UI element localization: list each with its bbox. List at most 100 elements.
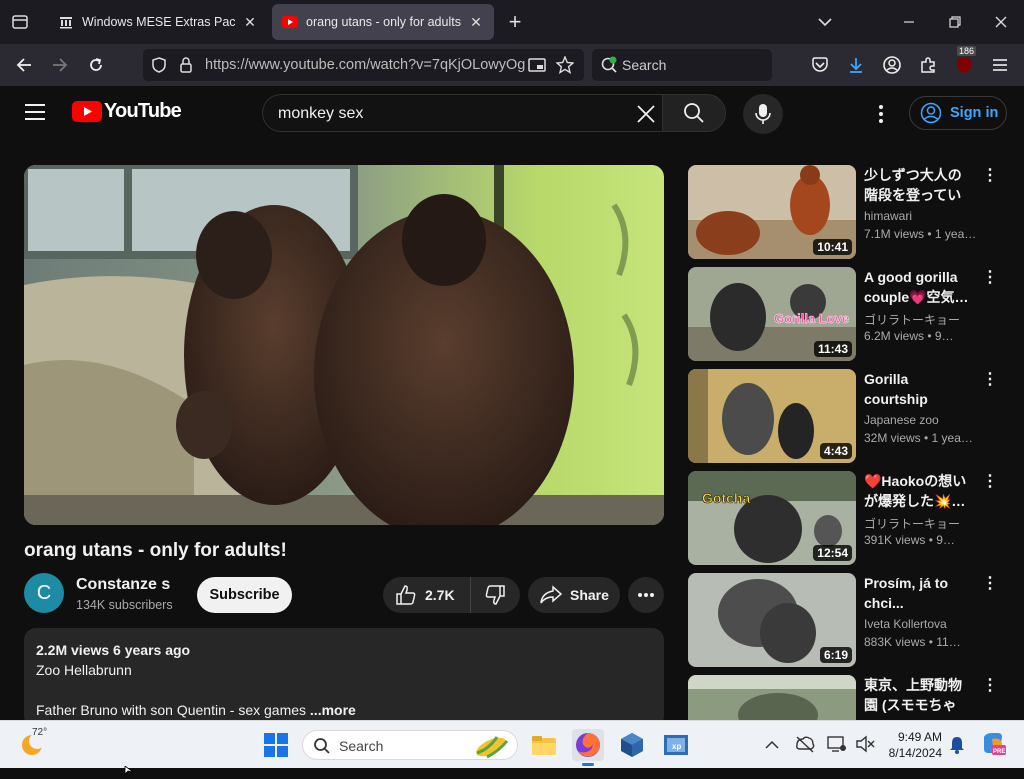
file-explorer-icon[interactable] [528,729,560,761]
more-options-icon[interactable]: ⋮ [982,677,998,697]
recommendation-title: Prosím, já to chci... [864,575,949,611]
tab-list-icon[interactable] [8,10,32,34]
lock-icon[interactable] [179,57,193,78]
share-button[interactable]: Share [528,577,620,613]
weather-widget[interactable]: 72° [20,727,47,762]
virtualbox-icon[interactable] [616,729,648,761]
youtube-header: YouTube monkey sex Sign in [0,86,1024,142]
more-options-icon[interactable]: ⋮ [982,371,998,391]
tab-youtube-video[interactable]: orang utans - only for adults! - ✕ [272,4,494,40]
settings-more-icon[interactable] [874,104,888,129]
recommendation-item[interactable]: Gotcha 12:54 ❤️Haokoの想いが爆発した💥… ゴリラトーキョー … [688,471,1008,565]
recommendation-item[interactable]: 東京、上野動物園 (スモモちゃん… ⋮ [688,675,1008,720]
pocket-icon[interactable] [807,52,833,78]
recommendation-title: ❤️Haokoの想いが爆発した💥… [864,473,967,509]
display-icon[interactable] [827,735,847,758]
voice-search-button[interactable] [743,94,783,134]
recommendation-item[interactable]: 6:19 Prosím, já to chci... Iveta Kollert… [688,573,1008,667]
clock-time: 9:49 AM [897,730,942,744]
downloads-icon[interactable] [843,52,869,78]
close-window-icon[interactable] [989,10,1013,34]
list-all-tabs-icon[interactable] [813,10,837,34]
bookmark-star-icon[interactable] [555,55,575,79]
recommendation-meta: 883K views • 11… [864,635,961,649]
description-box[interactable]: 2.2M views 6 years ago Zoo Hellabrunn Fa… [24,628,664,728]
picture-in-picture-icon[interactable] [528,57,546,78]
recommendation-meta: 32M views • 1 yea… [864,431,973,445]
minimize-icon[interactable] [897,10,921,34]
video-thumbnail[interactable]: 6:19 [688,573,856,667]
weather-temp: 72° [32,727,48,738]
recommendation-channel: ゴリラトーキョー [864,313,961,327]
recommendation-item[interactable]: 4:43 Gorilla courtship Shabani and Ai… J… [688,369,1008,463]
extensions-icon[interactable] [915,52,941,78]
video-duration: 6:19 [819,647,852,663]
svg-text:xp: xp [672,742,681,751]
youtube-logo[interactable]: YouTube [72,100,182,123]
dislike-button[interactable] [471,577,519,613]
taskbar-clock[interactable]: 9:49 AM 8/14/2024 [884,729,942,761]
more-options-icon[interactable]: ⋮ [982,167,998,187]
avatar-initial: C [36,581,52,604]
like-dislike-group: 2.7K [383,577,520,613]
subscribe-button[interactable]: Subscribe [197,577,292,613]
taskbar-search-label: Search [339,738,384,754]
video-thumbnail[interactable] [688,675,856,720]
thumbs-down-icon [485,585,505,605]
new-tab-icon[interactable]: + [503,9,527,34]
menu-icon[interactable] [987,52,1013,78]
svg-text:Gorilla Love: Gorilla Love [774,311,849,326]
tab-title: orang utans - only for adults! - [306,15,462,29]
taskbar-search[interactable]: Search [302,730,518,760]
network-offline-icon[interactable] [795,735,815,758]
youtube-search-input[interactable]: monkey sex [262,94,662,132]
windows-xp-vm-icon[interactable]: xp [660,729,692,761]
youtube-search-button[interactable] [662,94,726,132]
account-icon[interactable] [879,52,905,78]
channel-name[interactable]: Constanze s [76,576,170,594]
start-button[interactable] [264,733,288,762]
back-icon[interactable] [11,52,37,78]
recommendation-title: 少しずつ大人の階段を登っている… [864,167,962,203]
browser-search-bar[interactable]: Search [592,49,772,81]
video-thumbnail[interactable]: Gotcha 12:54 [688,471,856,565]
recommendation-channel: ゴリラトーキョー [864,517,961,531]
hamburger-menu-icon[interactable] [24,103,46,126]
recommendation-item[interactable]: Gorilla Love 11:43 A good gorilla couple… [688,267,1008,361]
clear-search-icon[interactable] [637,105,655,128]
firefox-icon[interactable] [572,729,604,766]
close-tab-icon[interactable]: ✕ [468,14,484,31]
video-player[interactable] [24,165,664,525]
show-more-link[interactable]: ...more [310,702,356,718]
video-thumbnail[interactable]: 10:41 [688,165,856,259]
sign-in-button[interactable]: Sign in [909,96,1007,130]
show-hidden-icons-icon[interactable] [765,737,779,755]
like-button[interactable]: 2.7K [383,577,471,613]
notification-bell-icon[interactable] [948,735,966,760]
more-actions-button[interactable] [628,577,664,613]
more-options-icon[interactable]: ⋮ [982,269,998,289]
more-options-icon[interactable]: ⋮ [982,575,998,595]
video-thumbnail[interactable]: Gorilla Love 11:43 [688,267,856,361]
close-tab-icon[interactable]: ✕ [242,14,258,31]
tracking-protection-icon[interactable] [151,57,167,78]
microphone-icon [755,104,771,124]
video-thumbnail[interactable]: 4:43 [688,369,856,463]
svg-text:PRE: PRE [993,749,1005,755]
channel-avatar[interactable]: C [24,573,64,613]
restore-icon[interactable] [943,10,967,34]
recommendation-title: A good gorilla couple💗空気… [864,269,969,305]
views-and-date: 2.2M views 6 years ago [36,642,191,658]
address-bar[interactable]: https://www.youtube.com/watch?v=7qKjOLow… [143,49,584,81]
ublock-extension-icon[interactable]: 186 [951,46,977,78]
forward-icon[interactable] [47,52,73,78]
volume-muted-icon[interactable] [855,735,875,758]
reload-icon[interactable] [83,52,109,78]
tab-windows-mese[interactable]: Windows MESE Extras Pack : Fre ✕ [48,4,268,40]
recommendation-item[interactable]: 10:41 少しずつ大人の階段を登っている… himawari 7.1M vie… [688,165,1008,259]
recommendation-meta: 391K views • 9… [864,533,955,547]
copilot-icon[interactable]: PRE [980,731,1006,762]
more-options-icon[interactable]: ⋮ [982,473,998,493]
active-app-indicator [582,763,594,766]
more-horizontal-icon [638,593,654,597]
